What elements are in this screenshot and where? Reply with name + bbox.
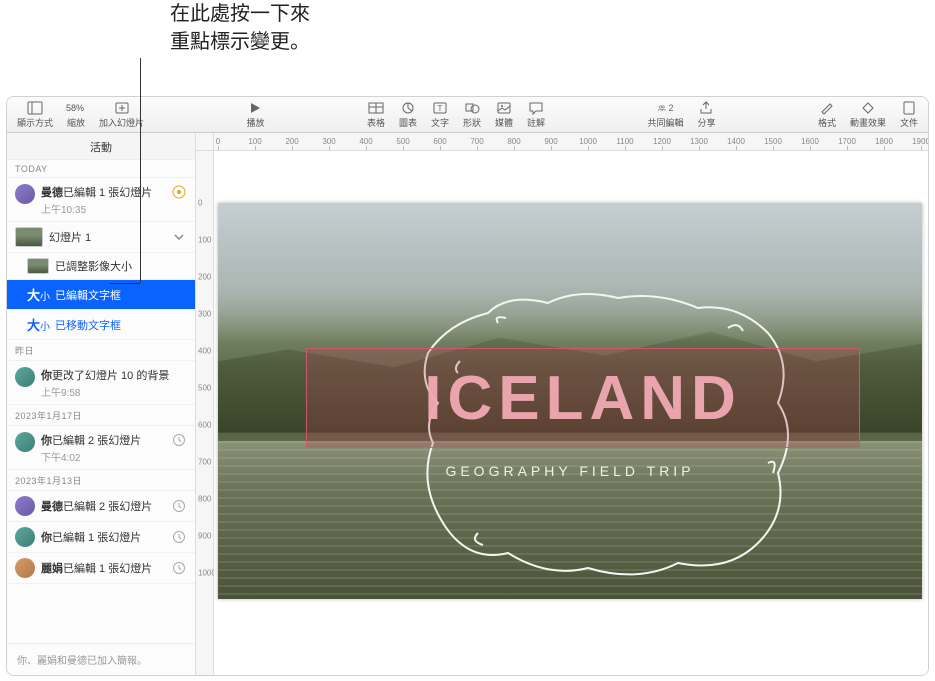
canvas-area: 0100200300400500600700800900100011001200… (196, 133, 928, 675)
media-button[interactable]: 媒體 (489, 101, 519, 129)
shape-icon (464, 101, 480, 115)
avatar (15, 496, 35, 516)
zoom-value: 58% (68, 101, 84, 115)
clock-icon (171, 432, 187, 448)
document-button[interactable]: 文件 (894, 101, 924, 129)
clock-icon (171, 560, 187, 576)
chart-icon (400, 101, 416, 115)
activity-text: 曼德已編輯 2 張幻燈片 (41, 498, 165, 514)
text-size-icon: 大小 (27, 315, 49, 334)
share-icon (698, 101, 714, 115)
text-icon: T (432, 101, 448, 115)
activity-text: 你已編輯 1 張幻燈片 (41, 529, 165, 545)
activity-entry[interactable]: 曼德已編輯 1 張幻燈片 上午10:35 (7, 178, 195, 222)
avatar (15, 367, 35, 387)
activity-entry[interactable]: 你已編輯 2 張幻燈片 下午4:02 (7, 426, 195, 470)
activity-time: 上午10:35 (41, 201, 165, 216)
text-button[interactable]: T 文字 (425, 101, 455, 129)
sidebar-footer: 你、麗娟和曼德已加入簡報。 (7, 643, 195, 675)
activity-sidebar: 活動 TODAY 曼德已編輯 1 張幻燈片 上午10:35 幻燈片 1 已調整影… (7, 133, 196, 675)
callout-leader-line (140, 58, 141, 283)
activity-entry[interactable]: 你已編輯 1 張幻燈片 (7, 522, 195, 553)
activity-entry[interactable]: 你更改了幻燈片 10 的背景 上午9:58 (7, 361, 195, 405)
live-badge-icon (171, 184, 187, 200)
share-button[interactable]: 分享 (691, 101, 721, 129)
section-yesterday: 昨日 (7, 340, 195, 361)
activity-child-edit-text[interactable]: 大小 已編輯文字框 (7, 280, 195, 310)
comment-icon (528, 101, 544, 115)
brush-icon (819, 101, 835, 115)
sidebar-title: 活動 (7, 133, 195, 160)
slide-canvas[interactable]: ICELAND GEOGRAPHY FIELD TRIP (214, 151, 928, 675)
activity-entry[interactable]: 曼德已編輯 2 張幻燈片 (7, 491, 195, 522)
view-button[interactable]: 顯示方式 (11, 101, 59, 129)
chart-button[interactable]: 圖表 (393, 101, 423, 129)
activity-text: 麗娟已編輯 1 張幻燈片 (41, 560, 165, 576)
toolbar: 顯示方式 58% 縮放 加入幻燈片 播放 表格 圖表 T 文字 形狀 媒體 註解… (7, 97, 928, 133)
text-size-icon: 大小 (27, 285, 49, 304)
diamond-icon (860, 101, 876, 115)
document-icon (901, 101, 917, 115)
clock-icon (171, 498, 187, 514)
app-window: 顯示方式 58% 縮放 加入幻燈片 播放 表格 圖表 T 文字 形狀 媒體 註解… (6, 96, 929, 676)
activity-text: 曼德已編輯 1 張幻燈片 (41, 184, 165, 200)
section-date: 2023年1月13日 (7, 470, 195, 491)
comment-button[interactable]: 註解 (521, 101, 551, 129)
slide-thumbnail (27, 258, 49, 274)
play-icon (247, 101, 263, 115)
section-today: TODAY (7, 160, 195, 178)
help-callout: 在此處按一下來 重點標示變更。 (170, 0, 310, 56)
ruler-corner (196, 133, 214, 151)
people-icon: 2 (657, 101, 673, 115)
add-slide-button[interactable]: 加入幻燈片 (93, 101, 150, 129)
activity-time: 下午4:02 (41, 449, 165, 464)
table-button[interactable]: 表格 (361, 101, 391, 129)
section-date: 2023年1月17日 (7, 405, 195, 426)
svg-text:T: T (438, 104, 443, 113)
slide-title: ICELAND (424, 363, 742, 434)
table-icon (368, 101, 384, 115)
title-text-box[interactable]: ICELAND (306, 348, 860, 448)
slide-disclosure[interactable]: 幻燈片 1 (7, 222, 195, 253)
shape-button[interactable]: 形狀 (457, 101, 487, 129)
animate-button[interactable]: 動畫效果 (844, 101, 892, 129)
media-icon (496, 101, 512, 115)
zoom-select[interactable]: 58% 縮放 (61, 101, 91, 129)
collaborate-button[interactable]: 2 共同編輯 (641, 101, 689, 129)
activity-time: 上午9:58 (41, 384, 187, 399)
horizontal-ruler[interactable]: 0100200300400500600700800900100011001200… (214, 133, 928, 151)
chevron-down-icon (171, 229, 187, 245)
format-button[interactable]: 格式 (812, 101, 842, 129)
slide-thumbnail (15, 227, 43, 247)
avatar (15, 184, 35, 204)
avatar (15, 558, 35, 578)
clock-icon (171, 529, 187, 545)
avatar (15, 527, 35, 547)
activity-text: 你已編輯 2 張幻燈片 (41, 432, 165, 448)
sidebar-icon (27, 101, 43, 115)
activity-child-resize[interactable]: 已調整影像大小 (7, 253, 195, 280)
play-button[interactable]: 播放 (240, 101, 270, 129)
activity-child-move-text[interactable]: 大小 已移動文字框 (7, 310, 195, 340)
callout-text: 在此處按一下來 重點標示變更。 (170, 0, 310, 56)
avatar (15, 432, 35, 452)
vertical-ruler[interactable]: 01002003004005006007008009001000 (196, 151, 214, 675)
slide[interactable]: ICELAND GEOGRAPHY FIELD TRIP (218, 203, 922, 599)
activity-entry[interactable]: 麗娟已編輯 1 張幻燈片 (7, 553, 195, 584)
activity-text: 你更改了幻燈片 10 的背景 (41, 367, 187, 383)
slide-subtitle[interactable]: GEOGRAPHY FIELD TRIP (218, 463, 922, 479)
plus-icon (114, 101, 130, 115)
